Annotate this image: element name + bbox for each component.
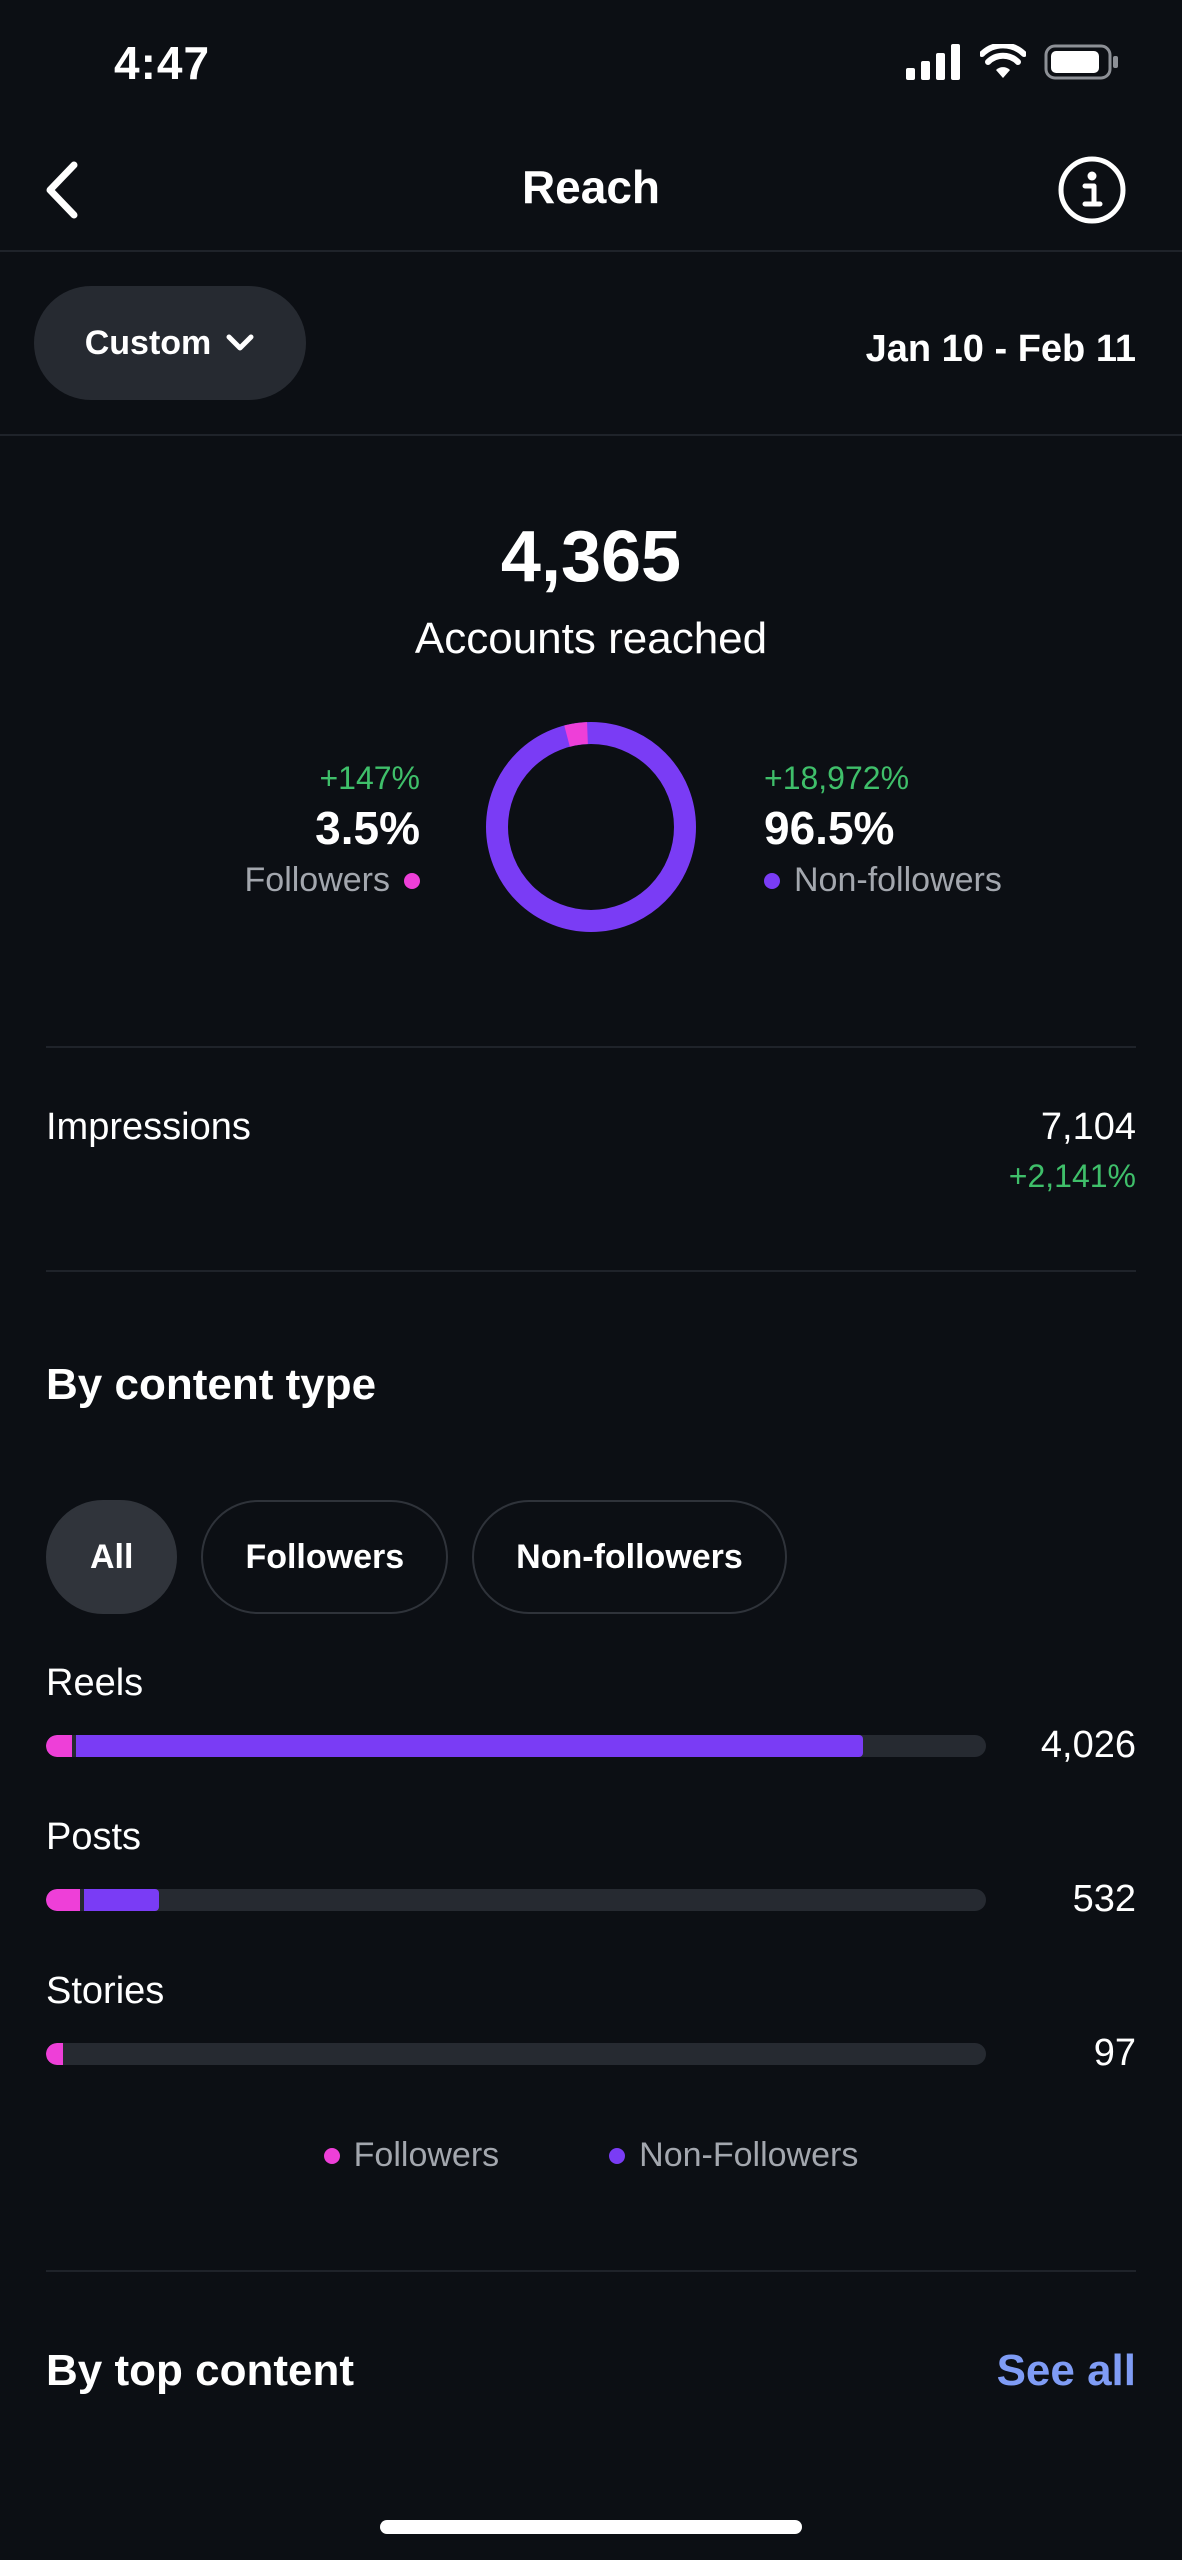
posts-label: Posts [46, 1816, 142, 1858]
period-dropdown[interactable]: Custom [34, 286, 306, 400]
see-all-link[interactable]: See all [997, 2346, 1136, 2396]
divider [46, 1046, 1136, 1048]
period-label: Custom [84, 323, 212, 362]
non-followers-legend: Non-followers [764, 861, 1002, 900]
followers-legend: Followers [245, 861, 420, 900]
posts-followers-segment [46, 1889, 80, 1911]
non-followers-label: Non-followers [794, 861, 1002, 899]
impressions-label: Impressions [46, 1106, 251, 1148]
non-followers-delta: +18,972% [764, 760, 910, 796]
status-bar: 4:47 [0, 0, 1182, 130]
stories-value: 97 [1093, 2032, 1136, 2074]
non-followers-stat: +18,972% 96.5% Non-followers [764, 760, 1002, 900]
posts-value: 532 [1072, 1878, 1136, 1920]
chip-all[interactable]: All [46, 1500, 178, 1614]
wifi-icon [980, 44, 1026, 78]
impressions-delta: +2,141% [1008, 1158, 1136, 1194]
signal-icon [906, 44, 960, 80]
home-indicator [380, 2520, 802, 2534]
non-followers-dot [764, 872, 780, 889]
legend-non-followers-label: Non-Followers [639, 2136, 859, 2174]
legend-non-followers-dot [609, 2147, 626, 2164]
impressions-value: 7,104 [1040, 1106, 1136, 1148]
non-followers-percent: 96.5% [764, 802, 895, 854]
top-content-title: By top content [46, 2346, 354, 2395]
followers-delta: +147% [319, 760, 420, 796]
info-icon [1058, 156, 1126, 224]
reels-label: Reels [46, 1662, 144, 1704]
posts-bar [46, 1889, 986, 1911]
accounts-reached-label: Accounts reached [414, 614, 768, 663]
divider [46, 2270, 1136, 2272]
info-button[interactable] [1056, 154, 1128, 226]
legend-followers-dot [323, 2147, 340, 2164]
chevron-down-icon [226, 334, 254, 351]
filter-row: Custom Jan 10 - Feb 11 [0, 252, 1182, 436]
reach-donut-chart [486, 722, 696, 932]
page-title: Reach [521, 161, 661, 213]
legend-followers: Followers [323, 2136, 500, 2175]
stories-followers-segment [46, 2043, 63, 2065]
header: Reach [0, 130, 1182, 252]
followers-dot [404, 872, 420, 889]
donut-followers-arc [564, 722, 589, 747]
legend-followers-label: Followers [353, 2136, 500, 2174]
audience-filter-chips: All Followers Non-followers [46, 1500, 787, 1614]
status-icons [906, 44, 1120, 80]
status-time: 4:47 [114, 37, 211, 89]
chip-followers[interactable]: Followers [201, 1500, 449, 1614]
followers-label: Followers [244, 861, 390, 899]
accounts-reached-value: 4,365 [500, 517, 682, 597]
divider [46, 1270, 1136, 1272]
followers-percent: 3.5% [315, 802, 420, 854]
content-type-title: By content type [46, 1360, 377, 1409]
stories-label: Stories [46, 1970, 165, 2012]
reels-non-followers-segment [76, 1735, 864, 1757]
followers-stat: +147% 3.5% Followers [245, 760, 420, 900]
donut-non-followers-arc [486, 722, 696, 932]
chip-non-followers[interactable]: Non-followers [472, 1500, 787, 1614]
bar-legend: Followers Non-Followers [0, 2136, 1182, 2175]
reels-bar [46, 1735, 986, 1757]
battery-icon [1044, 44, 1118, 80]
date-range: Jan 10 - Feb 11 [865, 328, 1136, 370]
reels-value: 4,026 [1040, 1724, 1136, 1766]
reels-followers-segment [46, 1735, 73, 1757]
stories-bar [46, 2043, 986, 2065]
legend-non-followers: Non-Followers [609, 2136, 858, 2175]
posts-non-followers-segment [83, 1889, 160, 1911]
